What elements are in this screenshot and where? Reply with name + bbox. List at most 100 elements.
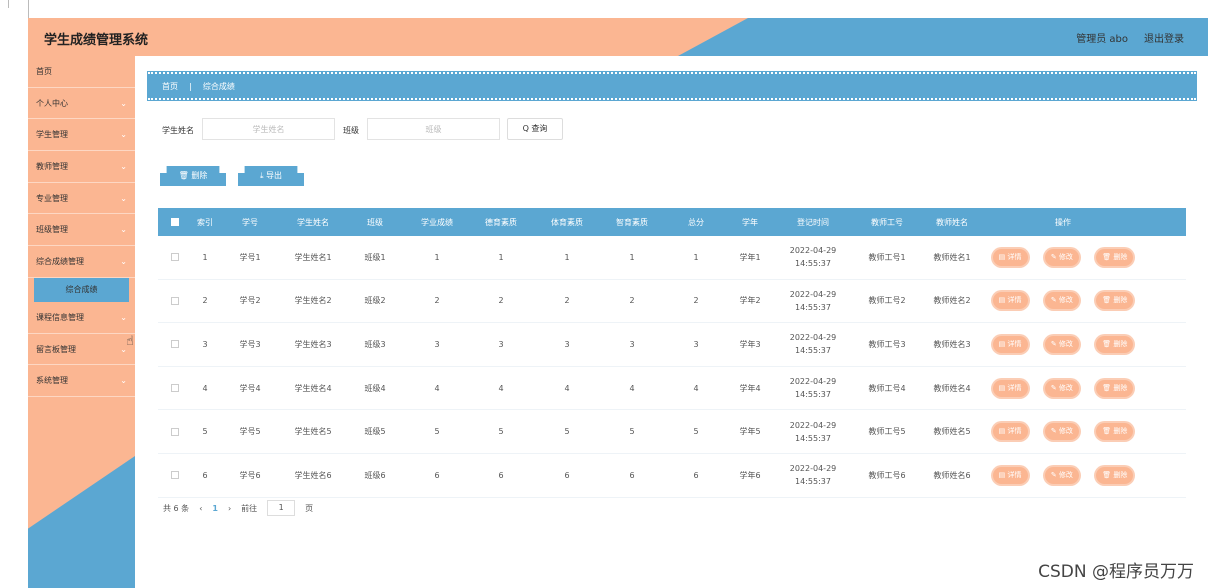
chevron-down-icon: ⌄ [120,130,127,140]
edit-button[interactable]: ✎ 修改 [1044,292,1079,310]
table-cell: 学生姓名6 [294,470,332,480]
edit-button[interactable]: ✎ 修改 [1044,423,1079,441]
row-checkbox[interactable] [158,471,192,480]
sidebar-item[interactable]: 专业管理 ⌄ [28,183,135,215]
sidebar-item[interactable]: 教师管理 ⌄ [28,151,135,183]
table-cell: 班级4 [364,383,386,393]
table-cell: 教师姓名2 [933,296,971,306]
delete-button[interactable]: 🗑 删除 [1096,423,1134,441]
date: 2022-04-29 [789,289,837,299]
page-unit: 页 [305,503,314,513]
prev-page-button[interactable]: ‹ [199,504,202,513]
date: 2022-04-29 [789,420,837,430]
table-cell: 3 [693,339,699,349]
table-row: 5 学号5 学生姓名5 班级5 5 5 5 5 5 学年5 2022-04-29 14:55:37 教师… [158,410,1186,454]
sidebar-item[interactable]: 课程信息管理 ⌄ [28,302,135,334]
table-cell: 学年1 [739,252,761,262]
table-cell: 3 [434,339,440,349]
next-page-button[interactable]: › [228,504,231,513]
table-row: 1 学号1 学生姓名1 班级1 1 1 1 1 1 学年1 2022-04-29 14:55:37 教师… [158,236,1186,280]
sidebar-subitem-scores[interactable]: 综合成绩 [34,277,129,302]
sidebar-item[interactable]: 系统管理 ⌄ [28,365,135,397]
delete-button[interactable]: 🗑 删除 [1096,248,1134,266]
breadcrumb-home[interactable]: 首页 [162,82,178,91]
delete-button[interactable]: 🗑 删除 [1096,335,1134,353]
detail-button[interactable]: ▤ 详情 [992,423,1028,441]
sidebar-item-label: 首页 [36,67,52,76]
table-cell: 4 [202,383,208,393]
batch-delete-button[interactable]: 🗑 删除 [160,166,226,186]
sidebar-item[interactable]: 班级管理 ⌄ [28,214,135,247]
registered-time: 2022-04-29 14:55:37 [772,244,854,270]
table-cell: 教师工号2 [868,296,906,306]
registered-time: 2022-04-29 14:55:37 [772,288,854,314]
registered-time: 2022-04-29 14:55:37 [772,462,854,488]
breadcrumb-current: 综合成绩 [202,82,235,91]
app-header: 学生成绩管理系统 管理员 abo 退出登录 [28,18,1208,56]
delete-button[interactable]: 🗑 删除 [1096,292,1134,310]
registered-time: 2022-04-29 14:55:37 [772,375,854,401]
goto-page-input[interactable]: 1 [267,500,296,516]
table-cell: 班级5 [364,427,386,437]
sidebar-item[interactable]: 留言板管理 ⌄ [28,334,135,366]
table-cell: 教师姓名6 [933,470,971,480]
column-header: 登记时间 [797,217,829,227]
table-cell: 1 [202,252,208,262]
row-checkbox[interactable] [158,296,192,305]
table-cell: 5 [202,427,208,437]
date: 2022-04-29 [789,333,837,343]
detail-button[interactable]: ▤ 详情 [992,292,1028,310]
sidebar-item-label: 班级管理 [36,225,68,235]
row-checkbox[interactable] [158,340,192,349]
table-cell: 学生姓名1 [294,252,332,262]
edit-button[interactable]: ✎ 修改 [1044,248,1079,266]
table-cell: 班级1 [364,252,386,262]
total-count: 共 6 条 [163,503,190,513]
sidebar-item[interactable]: 首页 [28,56,135,88]
column-header: 教师工号 [871,217,903,227]
logout-link[interactable]: 退出登录 [1144,30,1184,45]
edit-button[interactable]: ✎ 修改 [1044,335,1079,353]
breadcrumb: 首页 | 综合成绩 [148,72,1196,100]
select-all-checkbox[interactable] [158,218,192,226]
delete-button[interactable]: 🗑 删除 [1096,466,1134,484]
detail-button[interactable]: ▤ 详情 [992,466,1028,484]
table-cell: 6 [202,470,208,480]
row-checkbox[interactable] [158,384,192,393]
sidebar-item[interactable]: 个人中心 ⌄ [28,88,135,120]
detail-button[interactable]: ▤ 详情 [992,248,1028,266]
scores-table: 索引 学号 学生姓名 班级 学业成绩 德育素质 体育素质 智育素质 总分 学年 登记时间 教师工号 教师… [158,208,1186,498]
time: 14:55:37 [795,433,831,443]
column-header: 智育素质 [616,217,648,227]
delete-button[interactable]: 🗑 删除 [1096,379,1134,397]
table-cell: 1 [498,252,504,262]
table-cell: 4 [498,383,504,393]
table-cell: 3 [629,339,635,349]
current-page[interactable]: 1 [212,504,218,513]
chevron-down-icon: ⌄ [120,312,127,322]
sidebar-item[interactable]: 综合成绩管理 ⌄ [28,246,135,278]
table-cell: 学年4 [739,383,761,393]
class-input[interactable]: 班级 [367,118,500,140]
column-header: 索引 [197,217,213,227]
query-button[interactable]: Q 查询 [507,118,563,140]
detail-button[interactable]: ▤ 详情 [992,335,1028,353]
row-checkbox[interactable] [158,427,192,436]
edit-button[interactable]: ✎ 修改 [1044,379,1079,397]
table-cell: 6 [498,470,504,480]
sidebar: 首页 个人中心 ⌄ 学生管理 ⌄ 教师管理 ⌄ 专业管理 ⌄ 班级管理 ⌄ 综合成绩管理 ⌄ 综合成绩 课程… [28,56,135,588]
export-button[interactable]: ⤓ 导出 [238,166,304,186]
row-checkbox[interactable] [158,253,192,262]
sidebar-item[interactable]: 学生管理 ⌄ [28,119,135,152]
current-user: 管理员 abo [1076,34,1128,45]
row-actions: ▤ 详情 ✎ 修改 🗑 删除 [984,248,1142,266]
student-name-label: 学生姓名 [162,126,194,135]
watermark: CSDN @程序员万万 [1038,562,1194,582]
table-cell: 3 [498,339,504,349]
table-cell: 教师姓名5 [933,427,971,437]
table-cell: 班级3 [364,339,386,349]
student-name-input[interactable]: 学生姓名 [202,118,335,140]
edit-button[interactable]: ✎ 修改 [1044,466,1079,484]
detail-button[interactable]: ▤ 详情 [992,379,1028,397]
registered-time: 2022-04-29 14:55:37 [772,419,854,445]
